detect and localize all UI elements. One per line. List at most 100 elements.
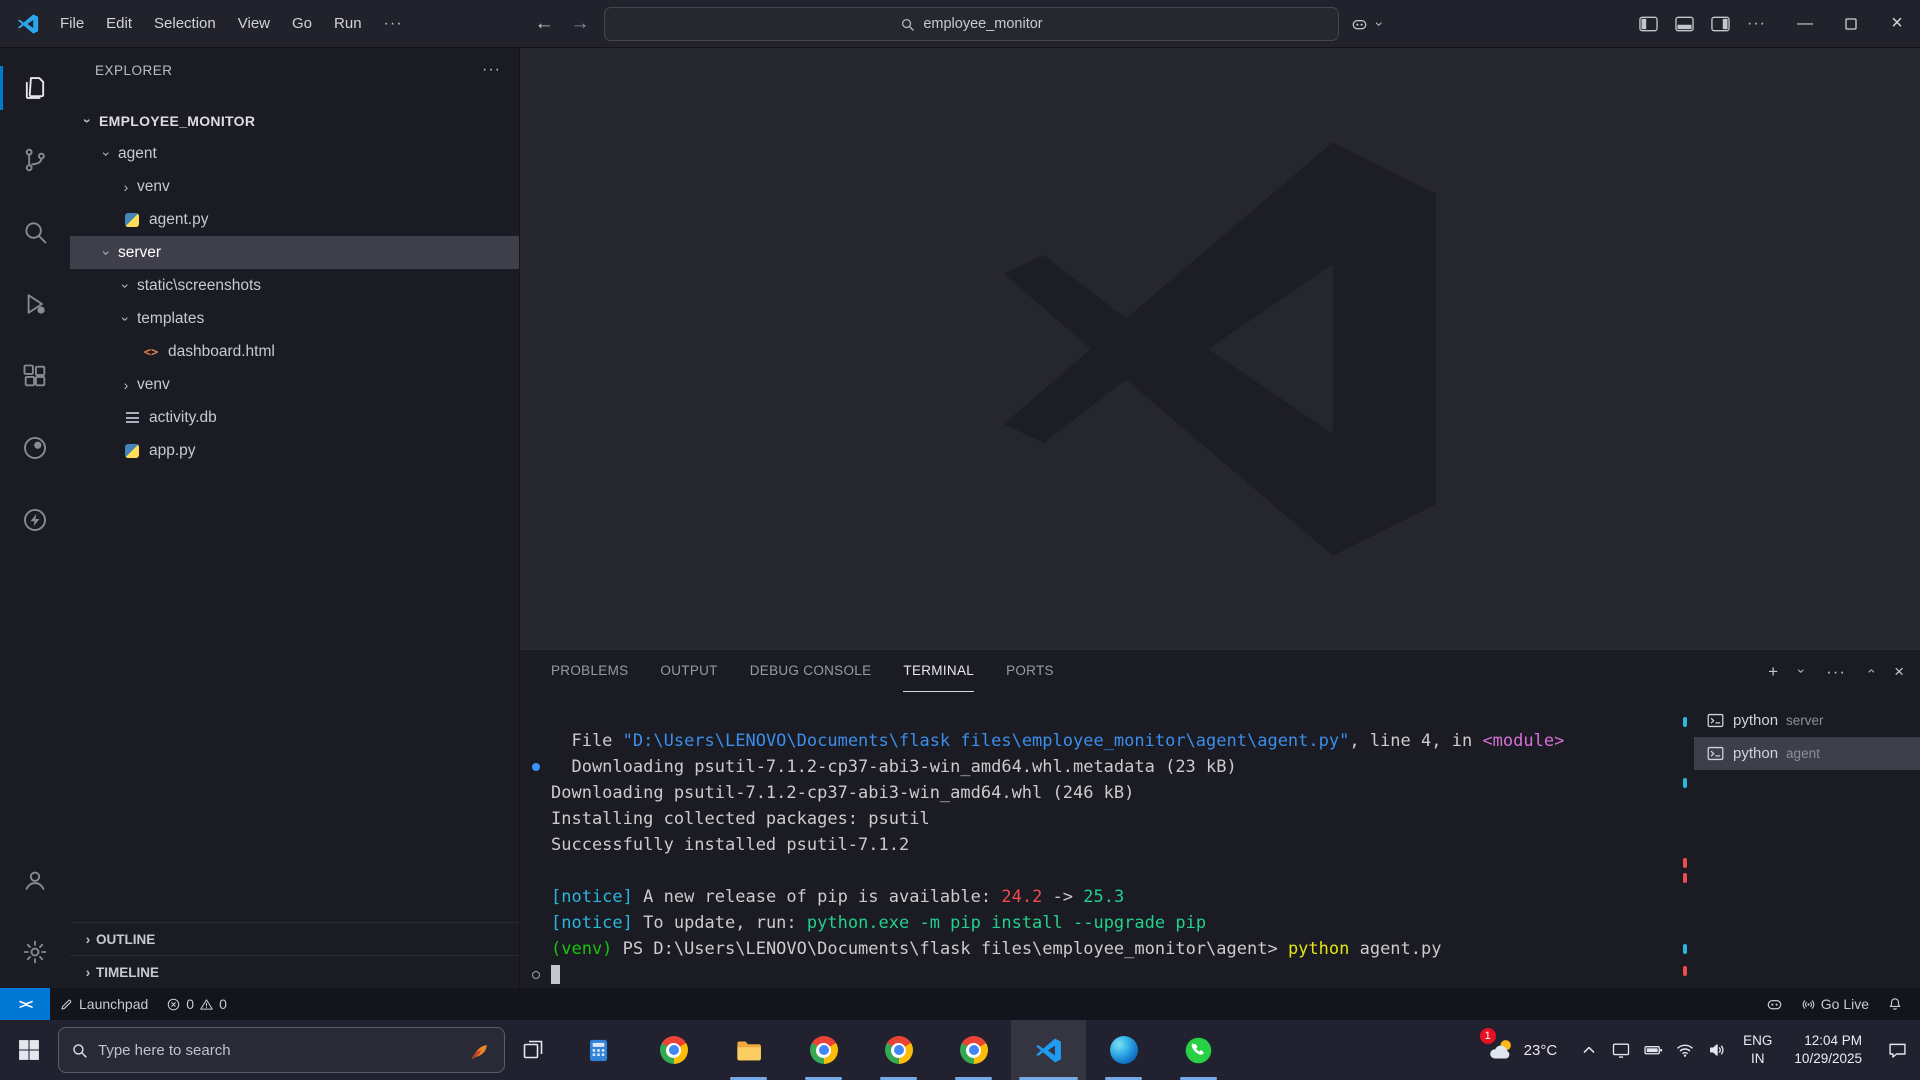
chevron-down-icon: › (99, 250, 115, 255)
taskbar-app-edge[interactable] (1086, 1020, 1161, 1080)
warning-icon (199, 997, 214, 1012)
activity-search-button[interactable] (0, 196, 70, 268)
panel-tab-ports[interactable]: PORTS (1006, 650, 1054, 692)
views-and-more-actions-button[interactable]: ··· (482, 61, 501, 79)
tree-item-server[interactable]: › server (70, 236, 519, 269)
taskbar-app-calculator[interactable] (561, 1020, 636, 1080)
menu-selection[interactable]: Selection (143, 10, 227, 37)
customize-layout-button[interactable]: ··· (1747, 15, 1766, 33)
activity-explorer-button[interactable] (0, 52, 70, 124)
battery-icon[interactable] (1637, 1020, 1669, 1080)
taskbar-app-chrome[interactable] (936, 1020, 1011, 1080)
menu-go[interactable]: Go (281, 10, 323, 37)
tree-item-agent[interactable]: › agent (70, 137, 519, 170)
taskbar-app-chrome[interactable] (861, 1020, 936, 1080)
explorer-icon (25, 77, 45, 99)
activity-thunder-client-button[interactable] (0, 484, 70, 556)
menu-file[interactable]: File (49, 10, 95, 37)
tree-item-agent-py[interactable]: agent.py (70, 203, 519, 236)
sidebar-section-outline[interactable]: › OUTLINE (70, 922, 519, 955)
activity-bar-bottom (0, 844, 70, 988)
chrome-icon (959, 1036, 988, 1064)
clock[interactable]: 12:04 PM 10/29/2025 (1782, 1020, 1874, 1080)
activity-settings-button[interactable] (0, 916, 70, 988)
start-button[interactable] (0, 1020, 58, 1080)
panel-header: PROBLEMS OUTPUT DEBUG CONSOLE TERMINAL PORTS… (520, 650, 1920, 692)
display-icon[interactable] (1605, 1020, 1637, 1080)
minimize-button[interactable]: — (1782, 0, 1828, 47)
account-icon (25, 871, 45, 890)
forward-button[interactable]: → (568, 13, 592, 35)
toggle-panel-icon[interactable] (1675, 16, 1694, 32)
taskbar-app-chrome[interactable] (636, 1020, 711, 1080)
terminal-text-segment: [notice] (551, 913, 633, 933)
explorer-tree: › EMPLOYEE_MONITOR › agent › venv agent.py › ser… (70, 92, 519, 922)
terminal-profile-dropdown[interactable]: › (1794, 663, 1810, 679)
copilot-menu-button[interactable]: › (1351, 16, 1388, 33)
close-panel-button[interactable]: × (1894, 663, 1904, 680)
activity-source-control-button[interactable] (0, 124, 70, 196)
file-icon-html: <> (143, 344, 159, 359)
network-wifi-icon[interactable] (1669, 1020, 1701, 1080)
panel-tab-terminal[interactable]: TERMINAL (903, 650, 975, 692)
launchpad-button[interactable]: Launchpad (50, 988, 157, 1020)
menu-view[interactable]: View (227, 10, 281, 37)
menu-run[interactable]: Run (323, 10, 373, 37)
remote-indicator[interactable]: >< (0, 988, 50, 1020)
tree-item-venv[interactable]: › venv (70, 368, 519, 401)
tree-item-activity-db[interactable]: activity.db (70, 401, 519, 434)
whatsapp-icon (1185, 1037, 1212, 1063)
tree-item-static-screenshots[interactable]: › static\screenshots (70, 269, 519, 302)
terminal-tab-python-server[interactable]: python server (1694, 704, 1920, 737)
command-center-search[interactable]: employee_monitor (604, 7, 1339, 41)
task-view-button[interactable] (505, 1020, 561, 1080)
problems-button[interactable]: 0 0 (157, 988, 236, 1020)
launchpad-label: Launchpad (79, 996, 149, 1012)
action-center-button[interactable] (1874, 1020, 1920, 1080)
panel-tab-debug-console[interactable]: DEBUG CONSOLE (750, 650, 872, 692)
volume-icon[interactable] (1701, 1020, 1733, 1080)
maximize-button[interactable] (1828, 0, 1874, 47)
windows-logo-icon (17, 1038, 41, 1062)
maximize-panel-button[interactable]: › (1862, 663, 1878, 679)
close-button[interactable]: × (1874, 0, 1920, 47)
panel-tab-problems[interactable]: PROBLEMS (551, 650, 628, 692)
taskbar-app-file-explorer[interactable] (711, 1020, 786, 1080)
taskbar-app-vscode[interactable] (1011, 1020, 1086, 1080)
taskbar-app-chrome[interactable] (786, 1020, 861, 1080)
taskbar-app-whatsapp[interactable] (1161, 1020, 1236, 1080)
toggle-sidebar-icon[interactable] (1639, 16, 1658, 32)
panel-tabs: PROBLEMS OUTPUT DEBUG CONSOLE TERMINAL PORTS (551, 650, 1054, 692)
go-live-button[interactable]: Go Live (1792, 988, 1878, 1020)
weather-widget[interactable]: 1 23°C (1470, 1020, 1574, 1080)
activity-extensions-button[interactable] (0, 340, 70, 412)
sidebar-section-timeline[interactable]: › TIMELINE (70, 955, 519, 988)
terminal-tab-python-agent[interactable]: python agent (1694, 737, 1920, 770)
panel-tab-output[interactable]: OUTPUT (660, 650, 717, 692)
terminal-text-segment: python.exe -m pip install --upgrade pip (806, 913, 1207, 933)
terminal-text-segment: 4 (1421, 731, 1432, 751)
menu-overflow-button[interactable]: ··· (373, 10, 414, 38)
activity-run-debug-button[interactable] (0, 268, 70, 340)
tree-item-templates[interactable]: › templates (70, 302, 519, 335)
back-button[interactable]: ← (532, 13, 556, 35)
tree-item-dashboard-html[interactable]: <> dashboard.html (70, 335, 519, 368)
activity-api-client-button[interactable] (0, 412, 70, 484)
bell-icon (1887, 996, 1903, 1012)
copilot-status-button[interactable] (1757, 988, 1792, 1020)
editor-area (520, 48, 1920, 649)
language-indicator[interactable]: ENG IN (1733, 1020, 1782, 1080)
toggle-secondary-sidebar-icon[interactable] (1711, 16, 1730, 32)
panel-more-actions-button[interactable]: ··· (1826, 663, 1846, 680)
new-terminal-button[interactable]: + (1768, 663, 1778, 680)
tray-expand-button[interactable] (1573, 1020, 1605, 1080)
tree-item-app-py[interactable]: app.py (70, 434, 519, 467)
tree-item-venv[interactable]: › venv (70, 170, 519, 203)
tree-item-employee-monitor[interactable]: › EMPLOYEE_MONITOR (70, 104, 519, 137)
terminal-output[interactable]: File "D:\Users\LENOVO\Documents\flask fi… (520, 692, 1680, 988)
taskbar-search[interactable]: Type here to search (58, 1027, 505, 1073)
activity-account-button[interactable] (0, 844, 70, 916)
notifications-bell-button[interactable] (1878, 988, 1912, 1020)
menu-edit[interactable]: Edit (95, 10, 143, 37)
terminal-scrollbar[interactable] (1680, 692, 1694, 988)
